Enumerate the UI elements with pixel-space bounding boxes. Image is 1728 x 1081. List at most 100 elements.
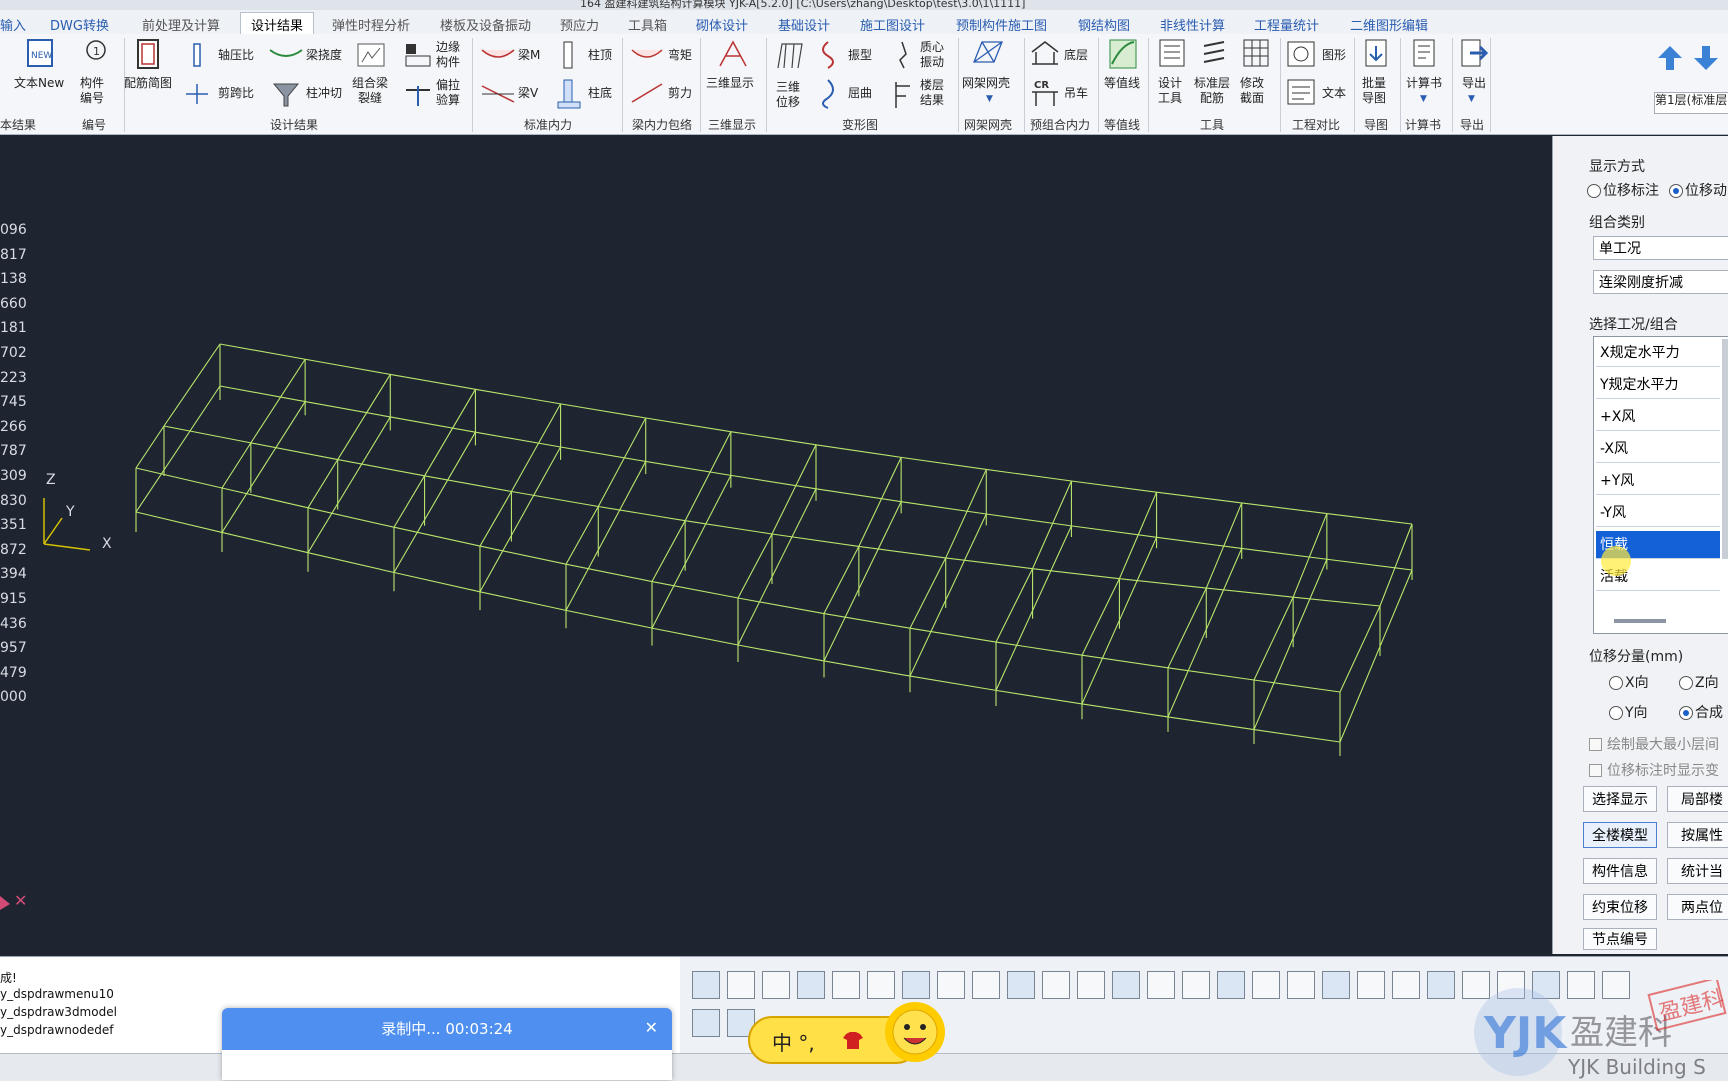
load-case-list[interactable]: X规定水平力 Y规定水平力 +X风 -X风 +Y风 -Y风 恒载 活载 xyxy=(1593,336,1728,634)
view-tool-icon[interactable] xyxy=(972,971,1000,999)
show-deform-checkbox[interactable] xyxy=(1589,764,1602,777)
shirt-icon[interactable] xyxy=(842,1030,864,1050)
text-new-button[interactable]: 文本New xyxy=(14,76,64,91)
tab-9[interactable]: 基础设计 xyxy=(778,15,830,34)
3d-display-button[interactable]: 三维显示 xyxy=(706,76,754,91)
load-case-item[interactable]: +Y风 xyxy=(1596,467,1720,495)
view-tool-icon[interactable] xyxy=(1287,971,1315,999)
floor-selector[interactable]: 第1层(标准层 xyxy=(1654,92,1728,114)
view-tool-icon[interactable] xyxy=(762,971,790,999)
close-icon[interactable]: ✕ xyxy=(645,1018,658,1037)
dir-y-radio[interactable] xyxy=(1609,706,1623,720)
member-info-button[interactable]: 构件信息 xyxy=(1583,858,1657,884)
story-result-button[interactable]: 楼层 结果 xyxy=(920,78,944,108)
dir-z-radio[interactable] xyxy=(1679,676,1693,690)
moment-envelope-button[interactable]: 弯矩 xyxy=(668,48,692,63)
column-top-button[interactable]: 柱顶 xyxy=(588,48,612,63)
tab-5[interactable]: 楼板及设备振动 xyxy=(440,15,531,34)
node-number-button[interactable]: 节点编号 xyxy=(1583,928,1657,950)
load-case-item[interactable]: +X风 xyxy=(1596,403,1720,431)
statistics-button[interactable]: 统计当 xyxy=(1667,858,1728,884)
dir-combined-radio[interactable] xyxy=(1679,706,1693,720)
model-viewport[interactable]: 096 817 138 660 181 702 223 745 266 787 309 830 351 8… xyxy=(0,136,1552,954)
shear-span-button[interactable]: 剪跨比 xyxy=(218,86,254,101)
dir-x-radio[interactable] xyxy=(1609,676,1623,690)
tab-0[interactable]: 输入 xyxy=(0,15,26,34)
member-number-button[interactable]: 构件 编号 xyxy=(80,76,104,106)
3d-displacement-button[interactable]: 三维 位移 xyxy=(776,80,800,110)
view-tool-icon[interactable] xyxy=(1042,971,1070,999)
ime-mode-label[interactable]: 中 °, xyxy=(772,1027,815,1056)
calc-book-button[interactable]: 计算书 xyxy=(1406,76,1442,91)
coupling-beam-select[interactable]: 连梁刚度折减 xyxy=(1593,270,1728,294)
two-point-button[interactable]: 两点位 xyxy=(1667,894,1728,920)
export-button[interactable]: 导出 xyxy=(1462,76,1486,91)
modify-section-button[interactable]: 修改 截面 xyxy=(1240,76,1264,106)
view-tool-icon[interactable] xyxy=(797,971,825,999)
beam-shear-button[interactable]: 梁V xyxy=(518,86,538,101)
crane-button[interactable]: 吊车 xyxy=(1064,86,1088,101)
view-tool-icon[interactable] xyxy=(937,971,965,999)
tab-4[interactable]: 弹性时程分析 xyxy=(332,15,410,34)
view-tool-icon[interactable] xyxy=(1007,971,1035,999)
axial-ratio-button[interactable]: 轴压比 xyxy=(218,48,254,63)
composite-beam-crack-button[interactable]: 组合梁 裂缝 xyxy=(352,76,388,106)
column-bottom-button[interactable]: 柱底 xyxy=(588,86,612,101)
mass-center-vibration-button[interactable]: 质心 振动 xyxy=(920,40,944,70)
load-case-item[interactable]: -X风 xyxy=(1596,435,1720,463)
full-building-button[interactable]: 全楼模型 xyxy=(1583,822,1657,848)
view-tool-icon[interactable] xyxy=(1077,971,1105,999)
tab-11[interactable]: 预制构件施工图 xyxy=(956,15,1047,34)
view-tool-icon[interactable] xyxy=(1252,971,1280,999)
tab-14[interactable]: 工程量统计 xyxy=(1254,15,1319,34)
buckling-button[interactable]: 屈曲 xyxy=(848,86,872,101)
view-tool-icon[interactable] xyxy=(832,971,860,999)
load-case-item[interactable]: Y规定水平力 xyxy=(1596,371,1720,399)
view-tool-icon[interactable] xyxy=(1217,971,1245,999)
ground-floor-button[interactable]: 底层 xyxy=(1064,48,1088,63)
design-tool-button[interactable]: 设计 工具 xyxy=(1158,76,1182,106)
text-compare-button[interactable]: 文本 xyxy=(1322,86,1346,101)
space-frame-dropdown-icon[interactable]: ▼ xyxy=(986,94,993,104)
tab-3[interactable]: 设计结果 xyxy=(240,12,315,36)
by-attribute-button[interactable]: 按属性 xyxy=(1667,822,1728,848)
standard-floor-rebar-button[interactable]: 标准层 配筋 xyxy=(1194,76,1230,106)
mode-annotation-radio[interactable] xyxy=(1587,184,1601,198)
tab-7[interactable]: 工具箱 xyxy=(628,15,667,34)
batch-export-button[interactable]: 批量 导图 xyxy=(1362,76,1386,106)
contour-button[interactable]: 等值线 xyxy=(1104,76,1140,91)
tab-12[interactable]: 钢结构图 xyxy=(1078,15,1130,34)
view-tool-icon[interactable] xyxy=(1182,971,1210,999)
draw-maxmin-checkbox[interactable] xyxy=(1589,738,1602,751)
tab-13[interactable]: 非线性计算 xyxy=(1160,15,1225,34)
mode-shape-button[interactable]: 振型 xyxy=(848,48,872,63)
local-floor-button[interactable]: 局部楼 xyxy=(1667,786,1728,812)
floor-up-icon[interactable] xyxy=(1656,44,1684,72)
load-case-item[interactable]: X规定水平力 xyxy=(1596,339,1720,367)
mode-animation-radio[interactable] xyxy=(1669,184,1683,198)
view-tool-icon[interactable] xyxy=(1112,971,1140,999)
view-tool-icon[interactable] xyxy=(867,971,895,999)
floor-down-icon[interactable] xyxy=(1692,44,1720,72)
tab-1[interactable]: DWG转换 xyxy=(50,15,109,34)
calc-book-dropdown-icon[interactable]: ▼ xyxy=(1420,94,1427,104)
tab-8[interactable]: 砌体设计 xyxy=(696,15,748,34)
view-tool-icon[interactable] xyxy=(1357,971,1385,999)
view-tool-icon[interactable] xyxy=(727,971,755,999)
tab-2[interactable]: 前处理及计算 xyxy=(142,15,220,34)
beam-moment-button[interactable]: 梁M xyxy=(518,48,540,63)
edge-member-button[interactable]: 边缘 构件 xyxy=(436,40,460,70)
select-display-button[interactable]: 选择显示 xyxy=(1583,786,1657,812)
load-case-item[interactable]: -Y风 xyxy=(1596,499,1720,527)
view-tool-icon[interactable] xyxy=(902,971,930,999)
graphic-compare-button[interactable]: 图形 xyxy=(1322,48,1346,63)
constraint-disp-button[interactable]: 约束位移 xyxy=(1583,894,1657,920)
view-tool-icon[interactable] xyxy=(1427,971,1455,999)
list-scrollbar[interactable] xyxy=(1722,339,1728,559)
list-hscroll-thumb[interactable] xyxy=(1614,619,1666,623)
view-tool-icon[interactable] xyxy=(1147,971,1175,999)
tab-15[interactable]: 二维图形编辑 xyxy=(1350,15,1428,34)
shear-envelope-button[interactable]: 剪力 xyxy=(668,86,692,101)
view-tool-icon[interactable] xyxy=(692,971,720,999)
tab-10[interactable]: 施工图设计 xyxy=(860,15,925,34)
